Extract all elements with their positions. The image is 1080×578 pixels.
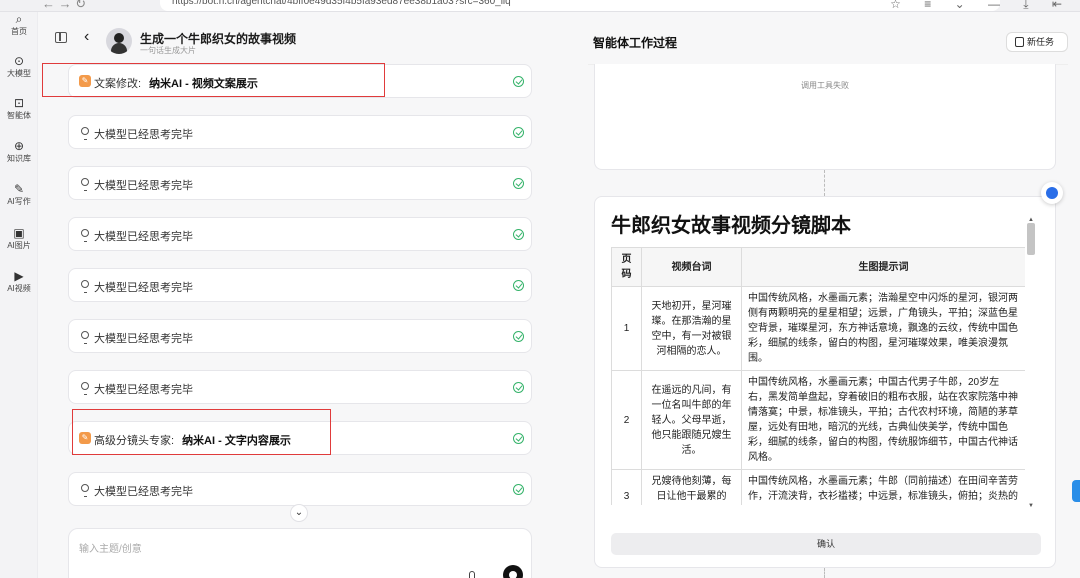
check-circle-icon [513, 484, 524, 495]
check-circle-icon [513, 229, 524, 240]
panel-title: 智能体工作过程 [593, 36, 678, 50]
storyboard-doc-card: 牛郎织女故事视频分镜脚本 页码 视频台词 生图提示词 1 天地初开，星河璀璨。在… [594, 196, 1056, 568]
video-icon: ▶ [14, 269, 24, 283]
lightbulb-icon [81, 127, 89, 140]
check-circle-icon [513, 280, 524, 291]
message-composer [68, 528, 532, 578]
sidebar-item-image[interactable]: ▣ AI图片 [0, 226, 38, 251]
image-icon: ▣ [13, 226, 25, 240]
table-row: 3 兄嫂待他刻薄，每日让他干最累的活。 中国传统风格，水墨画元素；牛郎（同前描述… [611, 469, 1025, 505]
storyboard-table: 页码 视频台词 生图提示词 1 天地初开，星河璀璨。在那浩瀚的星空中，有一对被银… [611, 247, 1025, 505]
table-row: 2 在遥远的凡间，有一位名叫牛郎的年轻人。父母早逝，他只能跟随兄嫂生活。 中国传… [611, 370, 1025, 470]
confirm-button[interactable]: 确认 [611, 533, 1041, 555]
chat-header: ‹ 生成一个牛郎织女的故事视频 一句话生成大片 [38, 12, 588, 64]
floating-chat-icon[interactable] [1041, 182, 1063, 204]
browser-tool-icons[interactable]: ☆ ≡ ⌄ — ⤓ ⇤ [890, 0, 1072, 11]
highlight-annotation [42, 63, 385, 97]
edge-tab-icon[interactable] [1072, 480, 1080, 502]
lightbulb-icon [81, 280, 89, 293]
thinking-step-card[interactable]: 大模型已经思考完毕 [68, 268, 532, 302]
sidebar-item-agent[interactable]: ⊡ 智能体 [0, 96, 38, 121]
left-sidebar: ⌕ 首页 ⊙ 大模型 ⊡ 智能体 ⊕ 知识库 ✎ AI写作 ▣ AI图片 ▶ A… [0, 12, 38, 578]
topic-input[interactable] [79, 541, 459, 557]
search-icon: ⌕ [15, 12, 23, 26]
thinking-step-card[interactable]: 大模型已经思考完毕 [68, 166, 532, 200]
sidebar-item-knowledge[interactable]: ⊕ 知识库 [0, 139, 38, 164]
highlight-annotation [72, 409, 331, 455]
pen-icon: ✎ [13, 182, 25, 196]
microphone-icon[interactable] [469, 571, 475, 578]
sidebar-item-home[interactable]: ⌕ 首页 [0, 12, 38, 37]
check-circle-icon [513, 331, 524, 342]
sidebar-toggle-icon[interactable] [55, 32, 67, 43]
sidebar-item-writing[interactable]: ✎ AI写作 [0, 182, 38, 207]
thinking-step-card[interactable]: 大模型已经思考完毕 [68, 217, 532, 251]
sidebar-item-model[interactable]: ⊙ 大模型 [0, 54, 38, 79]
lightbulb-icon [81, 178, 89, 191]
lightbulb-icon [81, 382, 89, 395]
check-circle-icon [513, 127, 524, 138]
thinking-step-card[interactable]: 大模型已经思考完毕 [68, 370, 532, 404]
work-process-panel: 智能体工作过程 新任务 调用工具失败 牛郎织女故事视频分镜脚本 页码 视频台词 … [588, 12, 1080, 578]
tool-fail-message: 调用工具失败 [801, 81, 849, 90]
check-circle-icon [513, 382, 524, 393]
flow-connector [824, 170, 825, 196]
thinking-step-card[interactable]: 大模型已经思考完毕 [68, 472, 532, 506]
new-task-button[interactable]: 新任务 [1006, 32, 1068, 52]
lightbulb-icon [81, 484, 89, 497]
table-scrollbar[interactable]: ▲ ▼ [1027, 217, 1035, 509]
chat-subtitle: 一句话生成大片 [140, 46, 196, 55]
browser-toolbar: ← → ↻ https://bot.n.cn/agentchat/4bff0e4… [0, 0, 1080, 12]
column-header: 视频台词 [641, 247, 742, 287]
agent-avatar [106, 28, 132, 54]
scroll-down-button[interactable]: ⌄ [290, 504, 308, 522]
scroll-thumb[interactable] [1027, 223, 1035, 255]
table-row: 1 天地初开，星河璀璨。在那浩瀚的星空中，有一对被银河相隔的恋人。 中国传统风格… [611, 286, 1025, 371]
tool-result-card: 调用工具失败 [594, 64, 1056, 170]
agent-icon: ⊡ [13, 96, 25, 110]
back-icon[interactable]: ‹ [84, 28, 89, 46]
doc-title: 牛郎织女故事视频分镜脚本 [611, 215, 851, 237]
scroll-down-arrow-icon[interactable]: ▼ [1027, 503, 1035, 509]
model-icon: ⊙ [13, 54, 25, 68]
check-circle-icon [513, 76, 524, 87]
column-header: 页码 [611, 247, 642, 287]
knowledge-icon: ⊕ [13, 139, 25, 153]
edit-icon [1015, 37, 1024, 47]
address-bar[interactable]: https://bot.n.cn/agentchat/4bff0e49d35f4… [160, 0, 1000, 11]
column-header: 生图提示词 [741, 247, 1025, 287]
table-scroll-area[interactable]: 页码 视频台词 生图提示词 1 天地初开，星河璀璨。在那浩瀚的星空中，有一对被银… [611, 247, 1025, 505]
flow-connector [824, 568, 825, 578]
chat-panel: ‹ 生成一个牛郎织女的故事视频 一句话生成大片 ✎ 文案修改: 纳米AI - 视频… [38, 12, 588, 578]
sidebar-item-video[interactable]: ▶ AI视频 [0, 269, 38, 294]
thinking-step-card[interactable]: 大模型已经思考完毕 [68, 319, 532, 353]
lightbulb-icon [81, 229, 89, 242]
send-button[interactable] [503, 565, 523, 578]
check-circle-icon [513, 178, 524, 189]
lightbulb-icon [81, 331, 89, 344]
thinking-step-card[interactable]: 大模型已经思考完毕 [68, 115, 532, 149]
table-header-row: 页码 视频台词 生图提示词 [611, 247, 1025, 287]
browser-nav-buttons[interactable]: ← → ↻ [42, 0, 86, 11]
check-circle-icon [513, 433, 524, 444]
